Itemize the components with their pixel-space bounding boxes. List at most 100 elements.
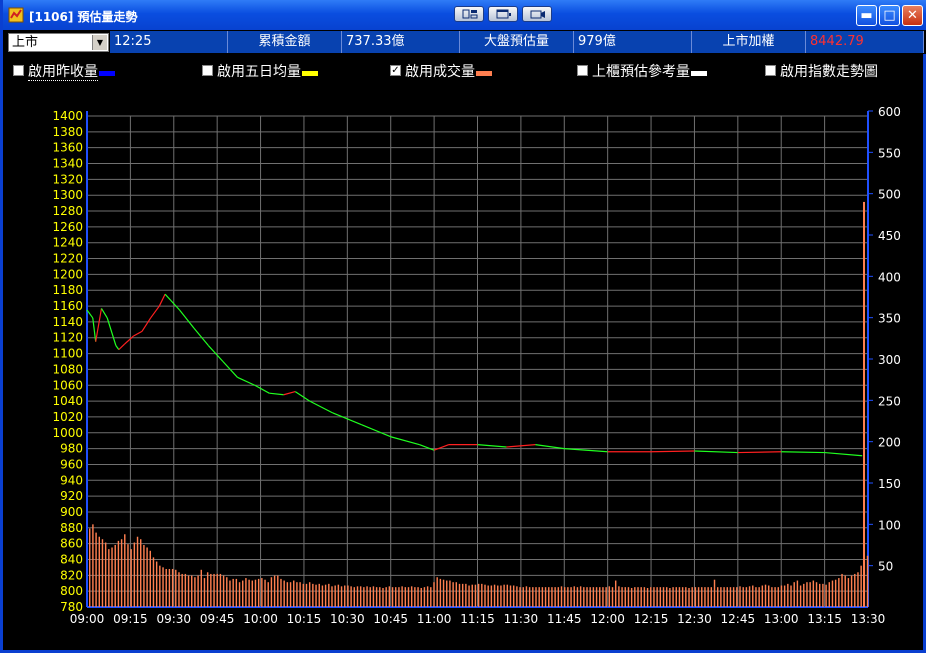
y-right-tick-label: 300 [878, 353, 901, 367]
volume-bar [783, 585, 786, 607]
volume-bar [477, 583, 480, 607]
estimate-line-segment [651, 450, 695, 453]
volume-bar [442, 579, 445, 607]
volume-bar [799, 585, 802, 607]
estimate-line-segment [309, 400, 334, 414]
x-tick-label: 11:30 [504, 612, 539, 626]
x-tick-label: 13:30 [851, 612, 886, 626]
volume-bar [777, 587, 779, 607]
volume-bar [101, 539, 104, 607]
estimate-line-segment [824, 451, 863, 457]
volume-bar [838, 578, 840, 607]
volume-bar [713, 579, 716, 607]
volume-bar [391, 587, 394, 607]
y-left-tick-label: 1040 [52, 394, 83, 408]
estimate-line-segment [132, 330, 143, 337]
volume-bar [656, 587, 658, 607]
estimate-line-segment [283, 391, 296, 396]
volume-bar [89, 528, 91, 607]
volume-bar [595, 587, 598, 607]
volume-bar [701, 587, 703, 607]
estimate-line-segment [158, 293, 166, 307]
y-right-tick-label: 50 [878, 560, 893, 574]
volume-bar [764, 584, 767, 607]
volume-bar [242, 580, 244, 607]
volume-bar [599, 587, 601, 607]
volume-bar [398, 587, 400, 607]
volume-bar [755, 587, 757, 607]
volume-bar [226, 577, 228, 607]
volume-bar [497, 585, 499, 607]
volume-bar [133, 542, 136, 607]
volume-bar [331, 586, 333, 607]
volume-bar [716, 587, 719, 607]
volume-bar [257, 578, 260, 607]
volume-bar [554, 587, 556, 607]
volume-bar [528, 587, 531, 607]
volume-bar [586, 587, 588, 607]
volume-bar [136, 536, 139, 607]
volume-bar [426, 586, 429, 607]
volume-bar [481, 583, 483, 607]
y-right-tick-label: 200 [878, 436, 901, 450]
volume-bar [356, 586, 359, 607]
volume-bar [146, 547, 148, 607]
volume-bar [468, 585, 470, 607]
volume-bar [104, 542, 107, 607]
x-tick-label: 11:45 [547, 612, 582, 626]
volume-bar [707, 587, 709, 607]
y-left-tick-label: 1240 [52, 236, 83, 250]
volume-bar [420, 587, 422, 607]
volume-bar [178, 572, 180, 607]
volume-bar [771, 587, 773, 607]
volume-bar [273, 575, 276, 607]
y-left-tick-label: 1300 [52, 188, 83, 202]
volume-bar [793, 582, 795, 607]
volume-estimate-chart: 1400 1380 1360 13401320 1300 1280 1260 1240 1220… [52, 105, 901, 626]
volume-bar [117, 540, 120, 607]
volume-bar [200, 569, 203, 607]
y-left-tick-label: 1380 [52, 125, 83, 139]
volume-bar [439, 578, 442, 607]
volume-bar [796, 580, 799, 607]
volume-bar [650, 587, 652, 607]
y-left-tick-label: 1360 [52, 141, 83, 155]
y-right-tick-label: 600 [878, 105, 901, 119]
estimate-line-segment [100, 308, 108, 319]
y-left-tick-label: 920 [60, 489, 83, 503]
volume-bar [822, 583, 824, 607]
volume-bar [736, 587, 738, 607]
volume-bar [430, 587, 432, 607]
volume-bar [675, 587, 677, 607]
volume-bar [127, 544, 129, 607]
volume-bar [165, 568, 167, 607]
volume-bar [818, 583, 821, 607]
volume-bar [704, 587, 706, 607]
y-right-tick-label: 550 [878, 146, 901, 160]
volume-bar [847, 578, 850, 607]
volume-bar [812, 580, 815, 607]
y-left-tick-label: 1020 [52, 410, 83, 424]
volume-bar [516, 586, 518, 607]
volume-bar [732, 587, 735, 607]
volume-bar [605, 587, 607, 607]
volume-bar [474, 584, 477, 607]
volume-bar [694, 587, 697, 607]
volume-bar [803, 583, 805, 607]
volume-bar [414, 587, 416, 607]
x-tick-label: 09:15 [113, 612, 148, 626]
volume-bar [382, 587, 384, 607]
volume-bar [337, 584, 340, 607]
volume-bar [235, 578, 238, 607]
volume-bar [359, 586, 362, 607]
volume-bar [395, 587, 397, 607]
volume-bar [780, 585, 783, 607]
volume-bar [251, 580, 254, 607]
volume-bar [222, 575, 225, 607]
volume-bar [436, 577, 438, 607]
volume-bar [315, 584, 317, 607]
volume-bar [614, 580, 617, 607]
x-tick-label: 10:45 [373, 612, 408, 626]
volume-bar [417, 587, 419, 607]
volume-bar [114, 545, 116, 607]
